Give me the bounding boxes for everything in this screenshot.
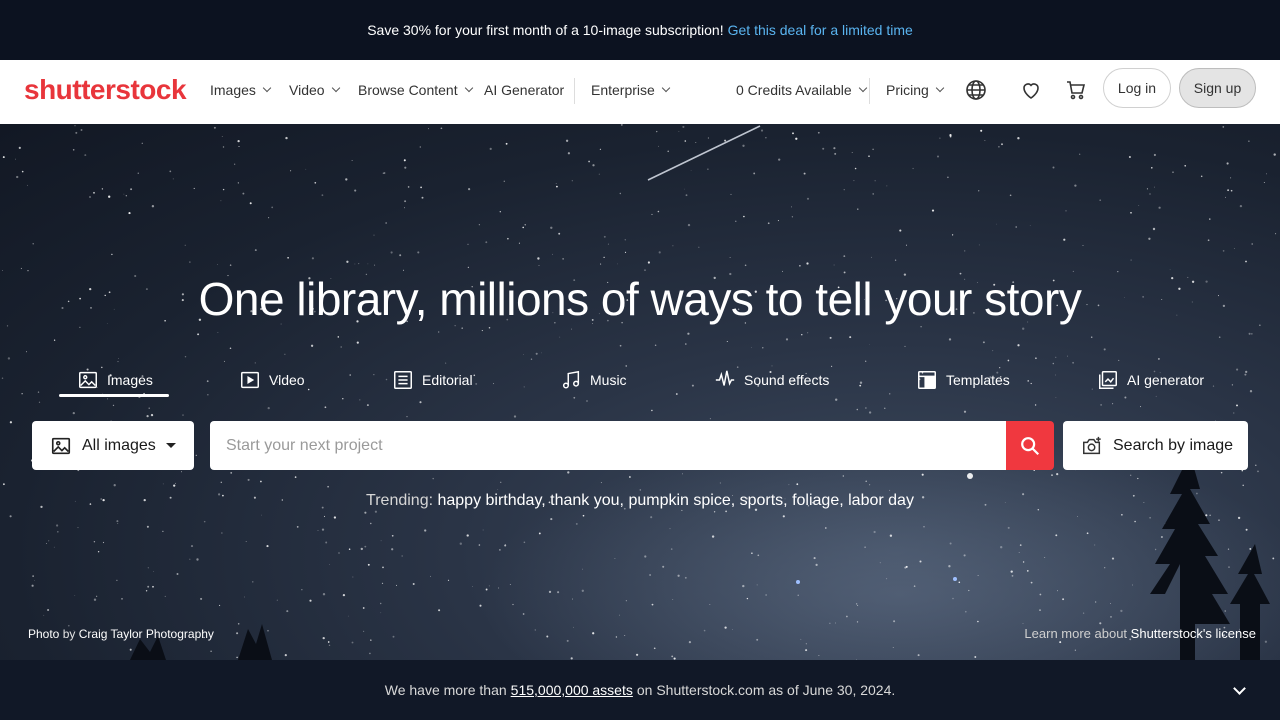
nav-enterprise[interactable]: Enterprise [591, 82, 671, 98]
search-by-image-label: Search by image [1113, 436, 1234, 454]
cart-icon[interactable] [1064, 78, 1088, 102]
nav-browse-content[interactable]: Browse Content [358, 82, 473, 98]
globe-icon[interactable] [964, 78, 988, 102]
nav-pricing-label: Pricing [886, 82, 929, 98]
tab-ai-generator[interactable]: AI generator [1097, 364, 1204, 396]
search-icon [1021, 436, 1040, 455]
credits-label: 0 Credits Available [736, 82, 852, 98]
promo-bar: Save 30% for your first month of a 10-im… [0, 0, 1280, 60]
nav-ai-generator[interactable]: AI Generator [484, 82, 564, 98]
tab-templates-label: Templates [946, 372, 1010, 388]
promo-text: Save 30% for your first month of a 10-im… [367, 22, 724, 38]
asset-type-value: All images [82, 436, 156, 454]
nav-divider [574, 78, 575, 104]
chevron-down-icon [464, 83, 473, 93]
hero-section: One library, millions of ways to tell yo… [0, 124, 1280, 660]
chevron-down-icon [858, 83, 867, 93]
tab-sound-label: Sound effects [744, 372, 830, 388]
trending-item[interactable]: labor day [848, 492, 914, 509]
site-header: shutterstock Images Video Browse Content… [0, 60, 1280, 124]
asset-count-prefix: We have more than [384, 682, 507, 698]
template-icon [918, 371, 936, 389]
credits-dropdown[interactable]: 0 Credits Available [736, 82, 867, 98]
license-note: Learn more about Shutterstock's license [1024, 626, 1256, 641]
nav-browse-label: Browse Content [358, 82, 458, 98]
logo[interactable]: shutterstock [24, 74, 187, 106]
photo-credit: Photo by Craig Taylor Photography [28, 627, 214, 641]
search-button[interactable] [1006, 421, 1054, 470]
license-link[interactable]: Shutterstock's license [1131, 626, 1256, 641]
image-icon [79, 371, 97, 389]
tab-video[interactable]: Video [239, 364, 305, 396]
trending-item[interactable]: thank you, [550, 492, 624, 509]
photo-author-link[interactable]: Craig Taylor Photography [79, 627, 214, 641]
asset-type-select[interactable]: All images [32, 421, 194, 470]
nav-video[interactable]: Video [289, 82, 340, 98]
tab-ai-label: AI generator [1127, 372, 1205, 388]
caret-down-icon [166, 443, 176, 448]
ai-generator-icon [1099, 371, 1117, 389]
waveform-icon [715, 370, 735, 386]
nav-images-label: Images [210, 82, 256, 98]
tab-editorial[interactable]: Editorial [392, 364, 473, 396]
trending-searches: Trending: happy birthday, thank you, pum… [0, 492, 1280, 510]
signup-button[interactable]: Sign up [1179, 68, 1256, 108]
trending-item[interactable]: happy birthday, [437, 492, 545, 509]
nav-images[interactable]: Images [210, 82, 272, 98]
trending-item[interactable]: pumpkin spice, [628, 492, 735, 509]
promo-link[interactable]: Get this deal for a limited time [728, 22, 913, 38]
tab-video-label: Video [269, 372, 305, 388]
chevron-down-icon [262, 83, 272, 93]
starfield-background [1, 124, 1280, 660]
editorial-icon [394, 371, 412, 389]
trending-item[interactable]: sports, [740, 492, 788, 509]
search-by-image-button[interactable]: Search by image [1063, 421, 1248, 470]
tab-sound-effects[interactable]: Sound effects [714, 364, 829, 396]
search-input[interactable] [210, 421, 1007, 470]
tab-images[interactable]: Images [77, 364, 153, 396]
image-icon [51, 437, 71, 454]
asset-count-suffix: on Shutterstock.com as of June 30, 2024. [636, 682, 896, 698]
asset-count-link[interactable]: 515,000,000 assets [511, 682, 633, 698]
photo-label: Photo [28, 627, 60, 641]
login-button[interactable]: Log in [1103, 68, 1171, 108]
video-icon [241, 371, 259, 389]
nav-enterprise-label: Enterprise [591, 82, 655, 98]
tab-editorial-label: Editorial [422, 372, 473, 388]
tab-images-label: Images [107, 372, 153, 388]
tab-music[interactable]: Music [560, 364, 627, 396]
asset-count-bar: We have more than 515,000,000 assets on … [0, 660, 1280, 720]
trending-item[interactable]: foliage, [792, 492, 844, 509]
chevron-down-icon[interactable] [1233, 682, 1246, 695]
active-tab-indicator [59, 394, 169, 397]
photo-by: by [62, 627, 76, 641]
nav-video-label: Video [289, 82, 325, 98]
music-icon [562, 370, 580, 389]
chevron-down-icon [935, 83, 945, 93]
nav-pricing[interactable]: Pricing [886, 82, 945, 98]
nav-ai-label: AI Generator [484, 82, 565, 98]
nav-divider [869, 78, 870, 104]
camera-plus-icon [1083, 436, 1101, 454]
license-prefix: Learn more about [1024, 626, 1128, 641]
chevron-down-icon [661, 83, 671, 93]
tab-templates[interactable]: Templates [916, 364, 1010, 396]
trending-label: Trending: [366, 492, 434, 509]
chevron-down-icon [331, 83, 340, 93]
heart-icon[interactable] [1019, 78, 1043, 102]
tab-music-label: Music [590, 372, 627, 388]
hero-headline: One library, millions of ways to tell yo… [198, 273, 1082, 325]
